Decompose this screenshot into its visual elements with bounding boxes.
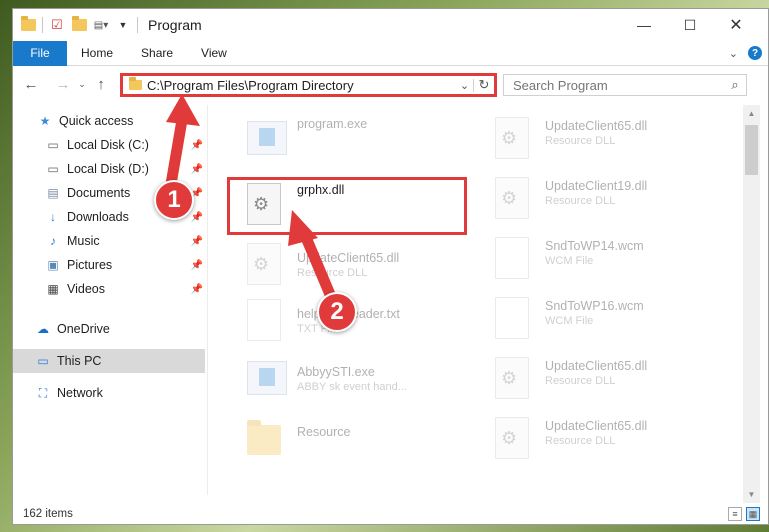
help-icon[interactable]: ? [748, 46, 762, 60]
dll-file-icon: ⚙ [495, 417, 535, 461]
chevron-down-icon[interactable]: ⌄ [456, 78, 474, 92]
recent-locations-icon[interactable]: ⌄ [75, 72, 89, 96]
tiles-view-icon[interactable]: ▦ [746, 507, 760, 521]
wcm-file-icon [495, 297, 535, 341]
wcm-file-icon [495, 237, 535, 281]
address-path[interactable]: C:\Program Files\Program Directory [147, 78, 456, 93]
dll-file-icon: ⚙ [495, 117, 535, 161]
sidebar-item-quick-access[interactable]: ★ Quick access [13, 109, 205, 133]
file-item[interactable]: ⚙ UpdateClient65.dll Resource DLL [227, 237, 467, 295]
file-list: program.exe ⚙ grphx.dll ⚙ UpdateClient65… [209, 105, 743, 495]
dll-file-icon: ⚙ [495, 177, 535, 221]
up-arrow-icon[interactable]: ↑ [89, 72, 113, 96]
computer-icon: ▭ [37, 354, 49, 368]
folder-icon [20, 16, 36, 33]
chevron-down-icon[interactable]: ▼ [115, 17, 131, 33]
quick-access-toolbar: ☑ ▤▾ ▼ [13, 16, 138, 33]
ribbon-tabs: File Home Share View ⌄ ? [13, 40, 768, 66]
cloud-icon: ☁ [37, 322, 49, 336]
search-input[interactable] [504, 77, 724, 93]
customize-toolbar-icon[interactable]: ▤▾ [93, 17, 109, 33]
executable-file-icon [247, 357, 287, 401]
toolbar-divider [137, 17, 138, 33]
navigation-bar: ← → ⌄ ↑ C:\Program Files\Program Directo… [13, 67, 768, 101]
tab-home[interactable]: Home [67, 46, 127, 60]
music-icon: ♪ [50, 234, 56, 248]
file-item[interactable]: Resource [227, 411, 467, 469]
tab-file[interactable]: File [13, 40, 67, 66]
tab-share[interactable]: Share [127, 46, 187, 60]
file-item[interactable]: ⚙ UpdateClient65.dll Resource DLL [475, 351, 715, 409]
refresh-icon[interactable]: ↻ [474, 77, 494, 93]
search-icon[interactable]: ⌕ [724, 77, 746, 93]
sidebar-item-music[interactable]: ♪ Music 📌 [13, 229, 205, 253]
dll-file-icon: ⚙ [495, 357, 535, 401]
file-item[interactable]: AbbyySTI.exe ABBY sk event hand... [227, 351, 467, 409]
sidebar-item-network[interactable]: ⛶ Network [13, 381, 205, 405]
pin-icon[interactable]: 📌 [191, 212, 203, 223]
network-icon: ⛶ [38, 385, 48, 400]
minimize-button[interactable]: — [621, 9, 667, 41]
file-item[interactable]: ⚙ UpdateClient65.dll Resource DLL [475, 111, 715, 169]
properties-icon[interactable]: ☑ [49, 17, 65, 33]
sidebar-item-pictures[interactable]: ▣ Pictures 📌 [13, 253, 205, 277]
file-explorer-window: ☑ ▤▾ ▼ Program — ☐ ✕ File Home Share Vie… [12, 8, 769, 525]
step-badge-2: 2 [317, 292, 357, 332]
drive-icon: ▭ [47, 162, 59, 176]
file-item[interactable]: ⚙ UpdateClient65.dll Resource DLL [475, 411, 715, 469]
new-folder-icon[interactable] [71, 16, 87, 33]
folder-icon [247, 417, 287, 461]
navigation-pane: ★ Quick access ▭ Local Disk (C:) 📌 ▭ Loc… [13, 105, 205, 495]
item-count: 162 items [23, 508, 73, 520]
ribbon-right-controls: ⌄ ? [729, 46, 762, 60]
back-arrow-icon[interactable]: ← [19, 72, 43, 96]
documents-icon: ▤ [47, 186, 59, 200]
pin-icon[interactable]: 📌 [191, 164, 203, 175]
dll-file-icon: ⚙ [247, 243, 287, 287]
sidebar-item-onedrive[interactable]: ☁ OneDrive [13, 317, 205, 341]
star-icon: ★ [39, 114, 51, 128]
folder-icon [129, 77, 142, 90]
view-toggle: ≡ ▦ [728, 507, 760, 521]
pin-icon[interactable]: 📌 [191, 260, 203, 271]
tab-view[interactable]: View [187, 46, 241, 60]
pin-icon[interactable]: 📌 [191, 284, 203, 295]
file-item[interactable]: ⚙ UpdateClient19.dll Resource DLL [475, 171, 715, 229]
sidebar-item-this-pc[interactable]: ▭ This PC [13, 349, 205, 373]
window-title: Program [148, 17, 202, 33]
file-item[interactable]: program.exe [227, 111, 467, 169]
pictures-icon: ▣ [47, 258, 59, 272]
executable-file-icon [247, 117, 287, 161]
file-item[interactable]: SndToWP14.wcm WCM File [475, 231, 715, 289]
expand-ribbon-icon[interactable]: ⌄ [729, 47, 738, 60]
scrollbar-thumb[interactable] [745, 125, 758, 175]
vertical-scrollbar[interactable]: ▲ ▼ [743, 105, 760, 503]
pin-icon[interactable]: 📌 [191, 236, 203, 247]
search-box[interactable]: ⌕ [503, 74, 747, 96]
file-item[interactable]: SndToWP16.wcm WCM File [475, 291, 715, 349]
scroll-down-icon[interactable]: ▼ [743, 486, 760, 503]
sidebar-item-local-disk-c[interactable]: ▭ Local Disk (C:) 📌 [13, 133, 205, 157]
title-bar: ☑ ▤▾ ▼ Program — ☐ ✕ [13, 9, 768, 41]
pin-icon[interactable]: 📌 [191, 140, 203, 151]
step-badge-1: 1 [154, 180, 194, 220]
sidebar-item-videos[interactable]: ▦ Videos 📌 [13, 277, 205, 301]
details-view-icon[interactable]: ≡ [728, 507, 742, 521]
sidebar-item-local-disk-d[interactable]: ▭ Local Disk (D:) 📌 [13, 157, 205, 181]
text-file-icon [247, 299, 287, 343]
drive-icon: ▭ [47, 138, 59, 152]
scroll-up-icon[interactable]: ▲ [743, 105, 760, 122]
file-highlight-box [227, 177, 467, 235]
status-bar: 162 items ≡ ▦ [13, 503, 768, 524]
address-bar[interactable]: C:\Program Files\Program Directory ⌄ ↻ [120, 73, 497, 97]
close-button[interactable]: ✕ [713, 9, 759, 41]
download-icon: ↓ [50, 210, 56, 224]
pane-divider[interactable] [207, 105, 208, 495]
videos-icon: ▦ [47, 282, 59, 296]
toolbar-divider [42, 17, 43, 33]
maximize-button[interactable]: ☐ [667, 9, 713, 41]
forward-arrow-icon[interactable]: → [51, 72, 75, 96]
